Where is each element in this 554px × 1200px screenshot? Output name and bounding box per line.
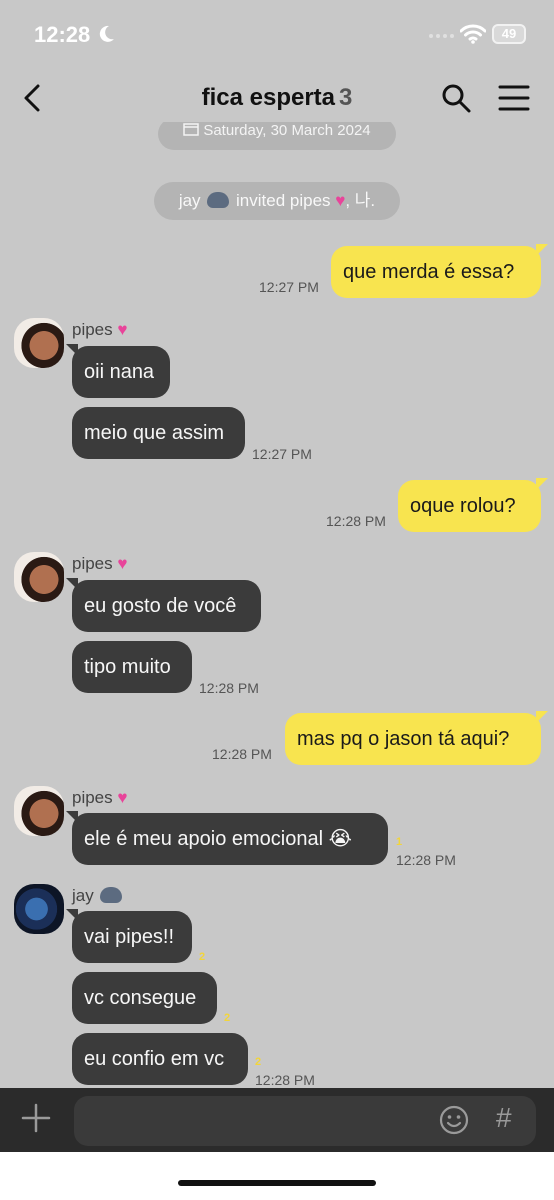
- sender-name: pipes ♥: [72, 554, 128, 573]
- avatar[interactable]: [14, 786, 64, 836]
- unread-count: 2: [224, 1012, 231, 1024]
- message-time: 12:27 PM: [259, 279, 319, 295]
- message-time: 12:28 PM: [212, 746, 272, 762]
- message-time: 12:28 PM: [396, 852, 456, 868]
- avatar-emoji-icon: [100, 887, 123, 903]
- bubble-tail: [536, 711, 548, 723]
- moon-icon: [99, 25, 114, 42]
- heart-icon: ♥: [117, 788, 128, 807]
- message-time: 12:28 PM: [255, 1072, 315, 1088]
- sender-name: jay: [72, 886, 124, 906]
- inviter-name: jay: [178, 191, 201, 210]
- wifi-icon: [460, 24, 486, 44]
- avatar[interactable]: [14, 318, 64, 368]
- avatar-emoji-icon: [207, 192, 230, 208]
- hash-icon[interactable]: #: [496, 1102, 512, 1134]
- unread-count: 2: [199, 951, 206, 963]
- incoming-message[interactable]: meio que assim: [72, 407, 245, 459]
- invite-text: invited pipes: [231, 191, 336, 210]
- chat-name: fica esperta: [201, 84, 336, 111]
- incoming-message[interactable]: ele é meu apoio emocional 😭: [72, 813, 388, 865]
- unread-count: 1: [396, 836, 403, 848]
- home-indicator[interactable]: [178, 1180, 376, 1186]
- incoming-message[interactable]: oii nana: [72, 346, 170, 398]
- status-bar: 12:28 49: [0, 0, 554, 70]
- invite-suffix: , 나.: [345, 191, 376, 210]
- incoming-message[interactable]: vc consegue: [72, 972, 217, 1024]
- unread-count: 2: [255, 1056, 262, 1068]
- menu-icon[interactable]: [498, 84, 530, 112]
- bubble-tail: [536, 478, 548, 490]
- outgoing-message[interactable]: mas pq o jason tá aqui?: [285, 713, 541, 765]
- plus-icon[interactable]: [20, 1102, 52, 1134]
- avatar[interactable]: [14, 884, 64, 934]
- sender-name: pipes ♥: [72, 788, 128, 807]
- emoji-icon[interactable]: [438, 1104, 470, 1136]
- member-count: 3: [339, 84, 353, 111]
- outgoing-message[interactable]: que merda é essa?: [331, 246, 541, 298]
- heart-icon: ♥: [117, 554, 128, 573]
- bubble-tail: [536, 244, 548, 256]
- home-area: [0, 1152, 554, 1200]
- search-icon[interactable]: [440, 82, 472, 114]
- message-composer: [0, 1088, 554, 1152]
- status-time: 12:28: [34, 22, 91, 47]
- message-time: 12:28 PM: [199, 680, 259, 696]
- sender-name: pipes ♥: [72, 320, 128, 339]
- system-notice: jay invited pipes ♥, 나.: [154, 182, 400, 220]
- incoming-message[interactable]: eu gosto de você: [72, 580, 261, 632]
- heart-icon: ♥: [117, 320, 128, 339]
- message-time: 12:28 PM: [326, 513, 386, 529]
- outgoing-message[interactable]: oque rolou?: [398, 480, 541, 532]
- message-time: 12:27 PM: [252, 446, 312, 462]
- avatar[interactable]: [14, 552, 64, 602]
- cellular-signal-icon: [429, 34, 454, 38]
- incoming-message[interactable]: tipo muito: [72, 641, 192, 693]
- incoming-message[interactable]: eu confio em vc: [72, 1033, 248, 1085]
- incoming-message[interactable]: vai pipes!!: [72, 911, 192, 963]
- heart-icon: ♥: [335, 191, 346, 210]
- battery-indicator: 49: [492, 24, 526, 44]
